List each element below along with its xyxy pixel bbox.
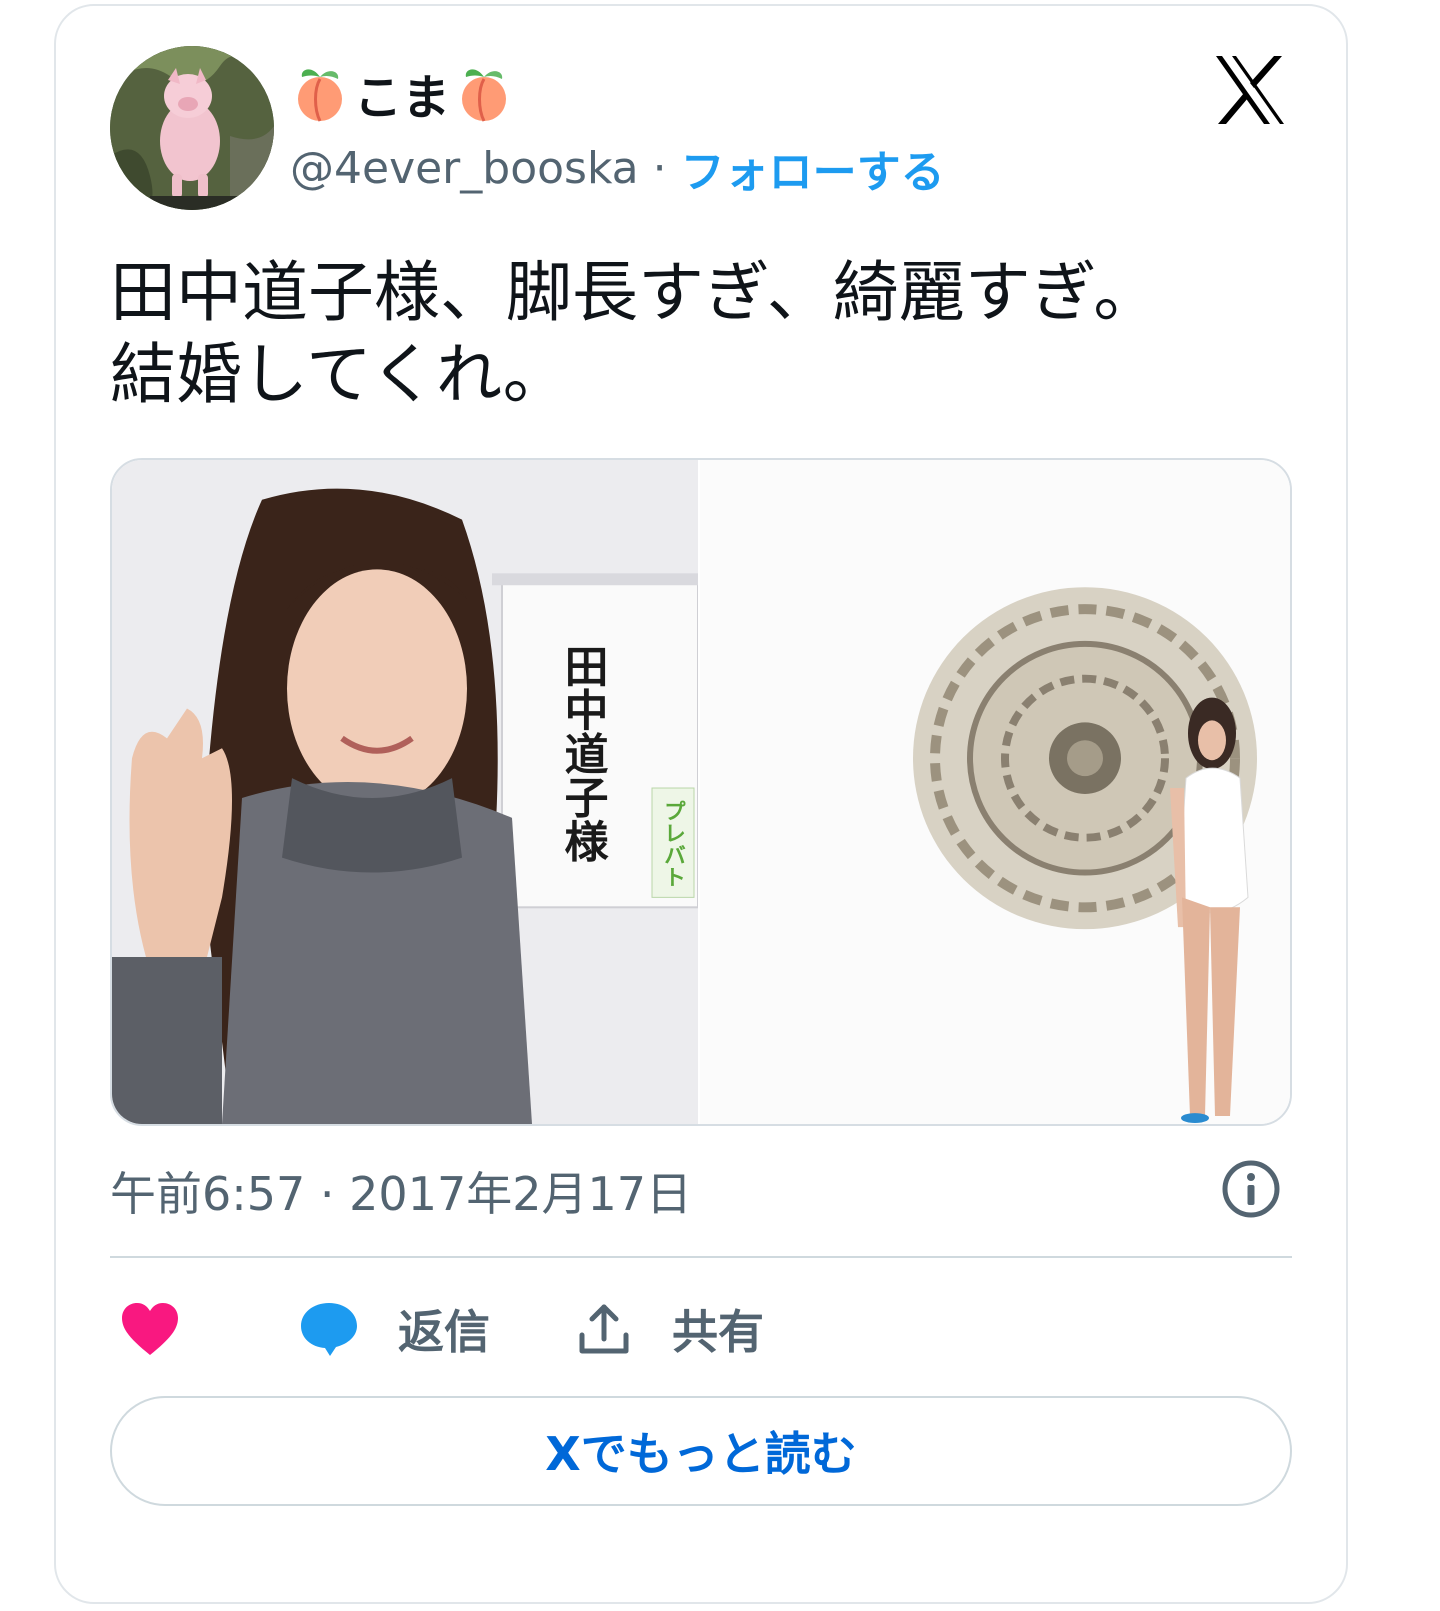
photo-left[interactable]: 田中道子様 プレバト [112, 460, 698, 1124]
reply-icon [301, 1303, 357, 1356]
tweet-timestamp[interactable]: 午前6:57 · 2017年2月17日 [110, 1158, 692, 1224]
share-icon [579, 1304, 629, 1354]
share-label: 共有 [672, 1305, 764, 1359]
sign-sticker: プレバト [660, 800, 685, 887]
share-button[interactable]: 共有 [576, 1294, 764, 1364]
peach-icon [462, 69, 507, 122]
tweet-text-line: 結婚してくれ。 [110, 336, 569, 413]
follow-button[interactable]: フォローする [681, 136, 945, 200]
heart-icon [122, 1303, 178, 1355]
sign-text: 田中道子様 [556, 644, 608, 863]
photo-right[interactable] [700, 460, 1292, 1124]
reply-button[interactable]: 返信 [298, 1294, 490, 1364]
author-handle[interactable]: @4ever_booska [290, 143, 639, 194]
reply-label: 返信 [398, 1305, 490, 1359]
tweet-actions: 返信 共有 [110, 1294, 1292, 1364]
tweet-text-line: 田中道子様、脚長すぎ、綺麗すぎ。 [110, 254, 1160, 331]
author-display-name: こま [354, 70, 451, 126]
avatar[interactable] [110, 46, 274, 210]
tweet-text: 田中道子様、脚長すぎ、綺麗すぎ。 結婚してくれ。 [110, 252, 1290, 416]
separator-dot: · [652, 142, 667, 194]
info-icon[interactable] [1220, 1158, 1282, 1220]
read-more-button[interactable]: Xでもっと読む [110, 1396, 1292, 1506]
peach-icon [298, 69, 342, 122]
author-handle-row: @4ever_booska · フォローする [290, 136, 945, 200]
divider [110, 1256, 1292, 1258]
tweet-media[interactable]: 田中道子様 プレバト [110, 458, 1292, 1126]
x-logo-icon[interactable] [1212, 52, 1288, 128]
like-button[interactable] [120, 1294, 180, 1364]
avatar-image [110, 46, 274, 210]
author-name-row[interactable]: こま [290, 58, 514, 128]
